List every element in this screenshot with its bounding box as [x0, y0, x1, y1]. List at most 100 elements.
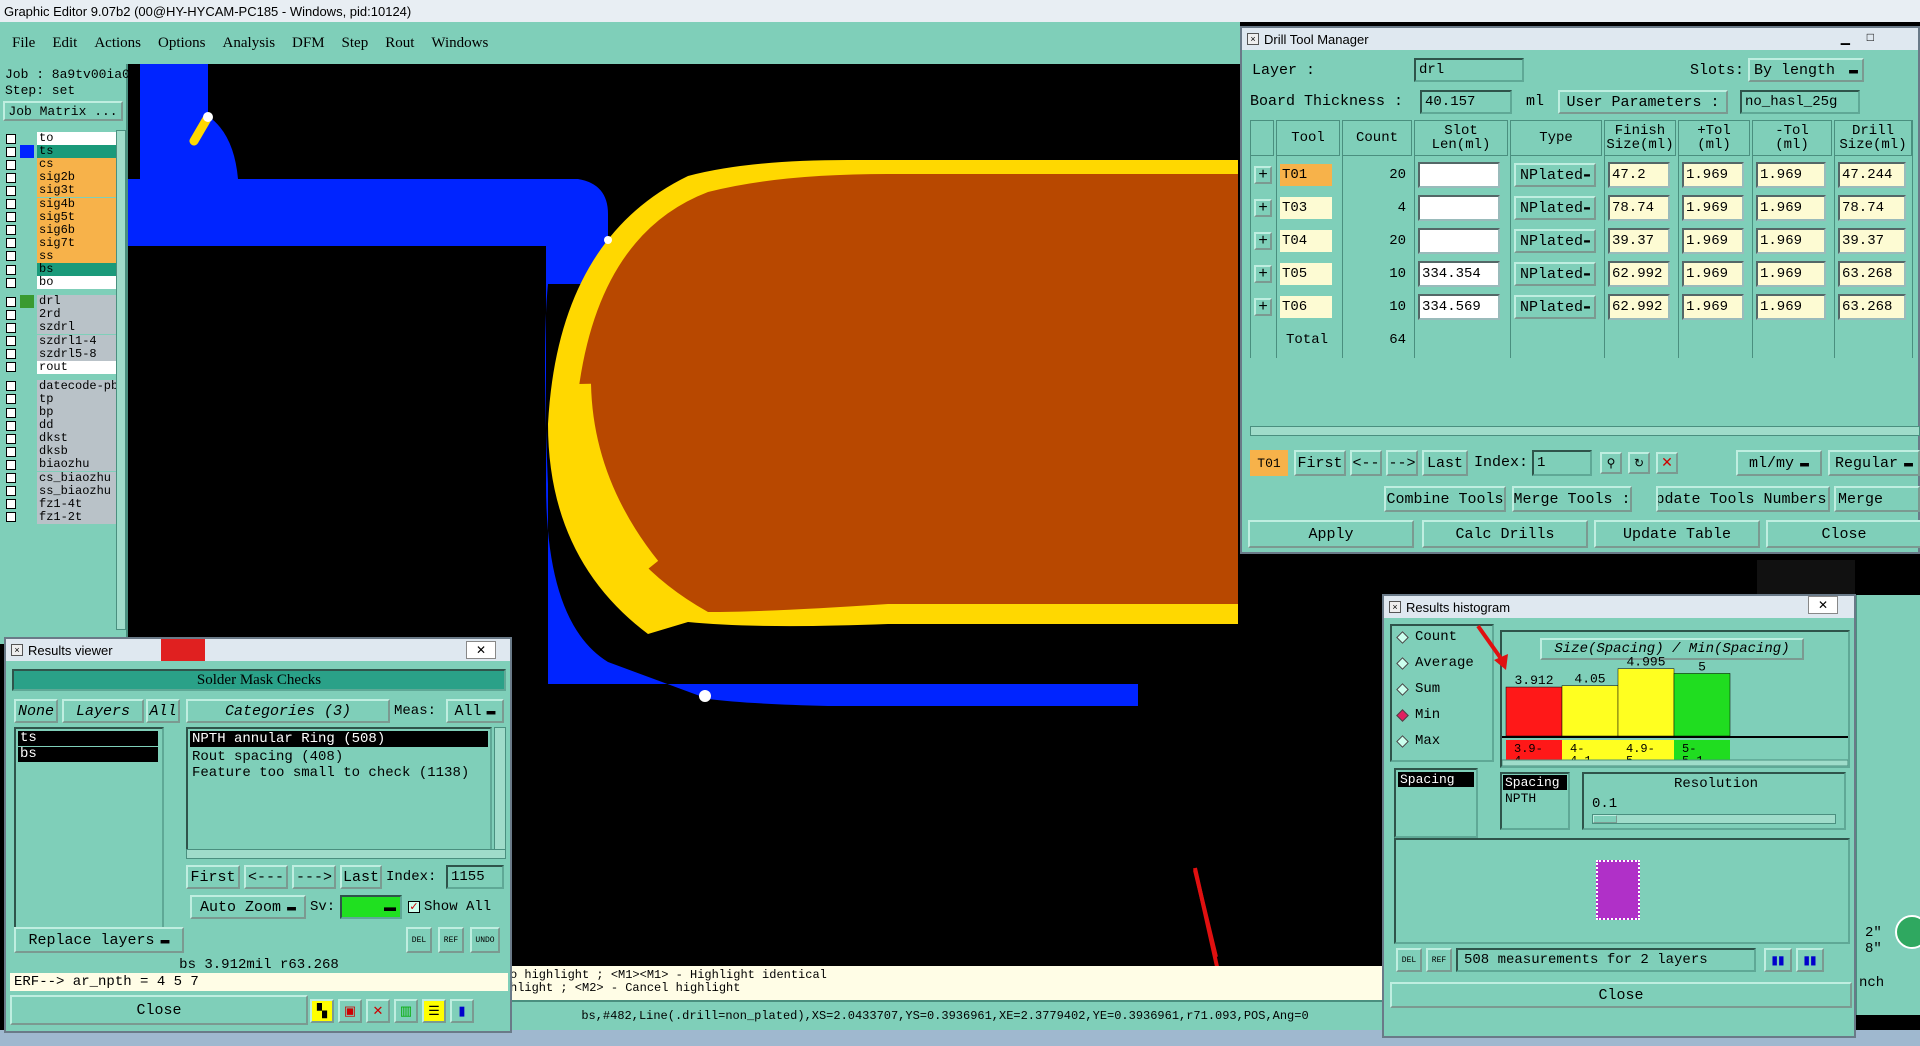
spacing-list-item[interactable]: Spacing — [1398, 772, 1474, 787]
job-matrix-button[interactable]: Job Matrix ... — [3, 101, 123, 121]
last-button[interactable]: Last — [340, 865, 382, 889]
layer-checkbox[interactable] — [6, 251, 16, 262]
layer-checkbox[interactable] — [6, 212, 16, 223]
plus-tol-field[interactable]: 1.969 — [1682, 294, 1744, 320]
layer-checkbox[interactable] — [6, 362, 16, 373]
index-field[interactable]: 1155 — [446, 865, 504, 889]
menu-rout[interactable]: Rout — [385, 35, 414, 52]
menu-step[interactable]: Step — [342, 35, 369, 52]
layer-item-rout[interactable]: rout — [6, 360, 124, 375]
chart-icon[interactable]: ▮ — [450, 999, 474, 1023]
plus-tol-field[interactable]: 1.969 — [1682, 261, 1744, 287]
green-status-circle[interactable] — [1895, 915, 1920, 949]
sv-color-dropdown[interactable]: ▬ — [340, 895, 402, 919]
layer-checkbox[interactable] — [6, 499, 16, 510]
categories-button[interactable]: Categories (3) — [186, 699, 390, 723]
del-icon-2[interactable]: DEL — [1396, 948, 1422, 972]
tool-cell[interactable]: T03 — [1280, 197, 1332, 219]
undo-icon[interactable]: UNDO — [470, 927, 500, 953]
layer-color-swatch[interactable] — [20, 132, 34, 145]
layer-color-swatch[interactable] — [20, 511, 34, 524]
refresh-icon[interactable]: ↻ — [1628, 452, 1650, 474]
layer-color-swatch[interactable] — [20, 458, 34, 471]
layer-checkbox[interactable] — [6, 199, 16, 209]
none-button[interactable]: None — [14, 699, 58, 723]
spacing-list[interactable]: Spacing — [1394, 768, 1478, 838]
next-button[interactable]: --> — [1386, 450, 1418, 476]
minus-tol-field[interactable]: 1.969 — [1756, 228, 1826, 254]
layer-checkbox[interactable] — [6, 225, 16, 236]
expand-row-icon[interactable]: + — [1254, 232, 1272, 250]
layer-color-swatch[interactable] — [20, 445, 34, 458]
menu-dfm[interactable]: DFM — [292, 35, 325, 52]
user-parameters-field[interactable]: no_hasl_25g — [1740, 90, 1860, 114]
mode-dropdown[interactable]: Regular ▬ — [1828, 450, 1920, 476]
layer-color-swatch[interactable] — [20, 380, 34, 393]
delete-icon[interactable]: ✕ — [1656, 452, 1678, 474]
layer-checkbox[interactable] — [6, 349, 16, 360]
meas-dropdown[interactable]: All ▬ — [446, 699, 504, 723]
layer-checkbox[interactable] — [6, 238, 16, 249]
chart-icon-2[interactable]: ▮▮ — [1796, 948, 1824, 972]
layer-color-swatch[interactable] — [20, 250, 34, 263]
chart-icon[interactable]: ▮▮ — [1764, 948, 1792, 972]
layer-color-swatch[interactable] — [20, 158, 34, 171]
menu-edit[interactable]: Edit — [52, 35, 77, 52]
finish-size-field[interactable]: 47.2 — [1608, 162, 1670, 188]
tool-icon-1[interactable]: ▚ — [310, 999, 334, 1023]
layer-checkbox[interactable] — [6, 407, 16, 418]
expand-row-icon[interactable]: + — [1254, 265, 1272, 283]
layer-color-swatch[interactable] — [20, 321, 34, 334]
layer-color-swatch[interactable] — [20, 498, 34, 511]
merge-button[interactable]: Merge — [1834, 486, 1920, 512]
tool-icon-5[interactable]: ☰ — [422, 999, 446, 1023]
layer-checkbox[interactable] — [6, 512, 16, 523]
layer-color-swatch[interactable] — [20, 295, 34, 309]
layer-color-swatch[interactable] — [20, 485, 34, 498]
layer-color-swatch[interactable] — [20, 335, 34, 348]
type-dropdown[interactable]: NPlated ▬ — [1514, 262, 1596, 286]
minus-tol-field[interactable]: 1.969 — [1756, 195, 1826, 221]
search-tool-icon[interactable]: ⚲ — [1600, 452, 1622, 474]
finish-size-field[interactable]: 62.992 — [1608, 261, 1670, 287]
plus-tol-field[interactable]: 1.969 — [1682, 228, 1744, 254]
layer-item-bo[interactable]: bo — [6, 275, 124, 290]
list2[interactable]: Spacing NPTH — [1500, 772, 1570, 830]
layer-checkbox[interactable] — [6, 185, 16, 196]
last-button[interactable]: Last — [1422, 450, 1468, 476]
categories-list[interactable]: NPTH annular Ring (508) Rout spacing (40… — [186, 727, 492, 859]
layer-item-bs[interactable]: bs — [18, 747, 158, 762]
results-close-button[interactable]: Close — [10, 995, 308, 1025]
menu-file[interactable]: File — [12, 35, 35, 52]
minus-tol-field[interactable]: 1.969 — [1756, 294, 1826, 320]
layer-checkbox[interactable] — [6, 473, 16, 483]
previous-button[interactable]: <--- — [244, 865, 288, 889]
histogram-close-button[interactable]: Close — [1390, 982, 1852, 1008]
type-dropdown[interactable]: NPlated ▬ — [1514, 163, 1596, 187]
tool-cell[interactable]: T06 — [1280, 296, 1332, 318]
expand-row-icon[interactable]: + — [1254, 199, 1272, 217]
menu-options[interactable]: Options — [158, 35, 206, 52]
layer-color-swatch[interactable] — [20, 237, 34, 250]
ref-icon-2[interactable]: REF — [1426, 948, 1452, 972]
resolution-slider-thumb[interactable] — [1593, 815, 1617, 823]
categories-scrollbar[interactable] — [494, 727, 506, 859]
layer-checkbox[interactable] — [6, 322, 16, 333]
expand-row-icon[interactable]: + — [1254, 166, 1272, 184]
replace-layers-dropdown[interactable]: Replace layers ▬ — [14, 927, 184, 953]
del-icon[interactable]: DEL — [406, 927, 432, 953]
slot-length-field[interactable] — [1418, 162, 1500, 188]
category-rout-spacing[interactable]: Rout spacing (408) — [188, 749, 490, 765]
categories-hscrollbar[interactable] — [186, 849, 506, 859]
histogram-bar[interactable] — [1561, 685, 1619, 737]
type-dropdown[interactable]: NPlated ▬ — [1514, 229, 1596, 253]
layer-checkbox[interactable] — [6, 459, 16, 470]
layer-checkbox[interactable] — [6, 336, 16, 346]
plus-tol-field[interactable]: 1.969 — [1682, 162, 1744, 188]
thickness-field[interactable]: 40.157 — [1420, 90, 1512, 114]
slot-length-field[interactable]: 334.569 — [1418, 294, 1500, 320]
tool-cell[interactable]: T05 — [1280, 263, 1332, 285]
update-table-button[interactable]: Update Table — [1594, 520, 1760, 548]
drill-size-field[interactable]: 63.268 — [1838, 261, 1906, 287]
category-feature-too-small[interactable]: Feature too small to check (1138) — [188, 765, 490, 781]
